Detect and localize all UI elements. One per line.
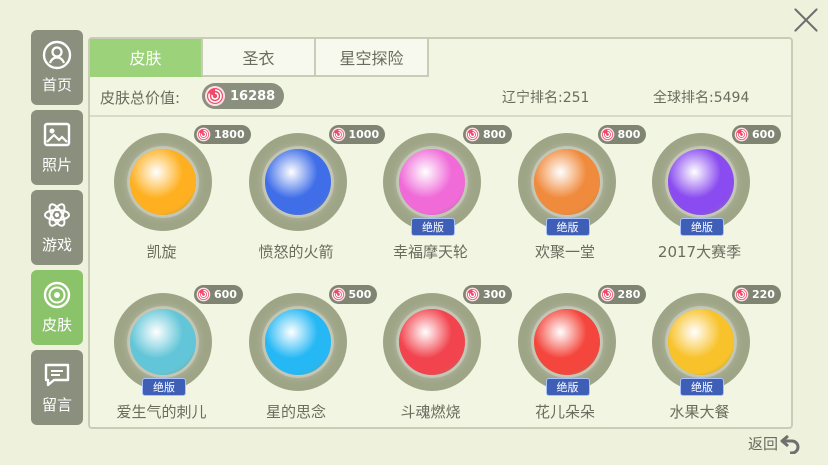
- sidebar-item-label: 游戏: [41, 236, 72, 254]
- back-button[interactable]: 返回: [748, 432, 802, 454]
- skin-card[interactable]: 300 斗魂燃烧: [363, 277, 512, 435]
- lollipop-coin-icon: [734, 127, 749, 142]
- sidebar-item-games[interactable]: 游戏: [31, 190, 83, 265]
- local-rank: 辽宁排名:251: [502, 90, 590, 106]
- skin-preview: [383, 293, 481, 391]
- skin-name: 星的思念: [265, 403, 326, 421]
- limited-edition-badge: 绝版: [411, 218, 455, 236]
- message-icon: [44, 363, 70, 387]
- tab-star-adventure[interactable]: 星空探险: [316, 39, 429, 77]
- skin-preview: [517, 133, 616, 231]
- atom-icon: [44, 203, 70, 227]
- info-bar: 皮肤总价值: 16288 辽宁排名:251 全球排名:5494: [90, 77, 791, 117]
- skin-name: 欢聚一堂: [534, 243, 595, 261]
- close-icon[interactable]: [792, 6, 820, 34]
- skin-preview: [652, 293, 750, 391]
- skin-ball: [668, 309, 734, 375]
- skin-name: 水果大餐: [669, 403, 730, 421]
- lollipop-coin-icon: [331, 287, 345, 302]
- sidebar-item-skins[interactable]: 皮肤: [31, 270, 83, 345]
- lollipop-coin-icon: [734, 287, 749, 302]
- limited-edition-badge: 绝版: [545, 218, 590, 236]
- skin-name: 凯旋: [146, 243, 177, 261]
- skin-card[interactable]: 220 绝版水果大餐: [632, 277, 781, 435]
- lollipop-coin-icon: [465, 287, 480, 302]
- lollipop-coin-icon: [600, 127, 614, 142]
- skin-ball: [533, 149, 600, 215]
- tab-holy-cloth[interactable]: 圣衣: [203, 39, 316, 77]
- skin-preview: [383, 133, 481, 231]
- user-icon: [42, 40, 72, 70]
- sidebar-item-home[interactable]: 首页: [31, 30, 83, 105]
- skin-preview: [652, 133, 750, 231]
- skin-price: 600: [732, 125, 781, 144]
- skin-preview: [248, 133, 347, 231]
- skin-card[interactable]: 600 绝版 2017大赛季: [632, 117, 781, 275]
- skin-ball: [533, 309, 600, 375]
- lollipop-coin-icon: [196, 127, 211, 142]
- skin-card[interactable]: 600 绝版 爱生气的刺儿: [94, 277, 243, 435]
- sidebar-item-label: 照片: [41, 156, 72, 174]
- limited-edition-badge: 绝版: [545, 378, 590, 396]
- skin-preview: [517, 293, 616, 391]
- back-label: 返回: [748, 434, 779, 453]
- skin-ball: [264, 309, 331, 375]
- lollipop-coin-icon: [465, 127, 480, 142]
- skin-name: 斗魂燃烧: [400, 403, 461, 421]
- skin-name: 愤怒的火箭: [258, 243, 334, 261]
- skins-panel: 皮肤 圣衣 星空探险 皮肤总价值: 16288 辽宁排名:251 全球排名:54…: [88, 37, 793, 429]
- skin-icon: [43, 281, 71, 309]
- skin-ball: [668, 149, 734, 215]
- skin-ball: [130, 149, 196, 215]
- lollipop-coin-icon: [205, 86, 225, 106]
- limited-edition-badge: 绝版: [142, 378, 186, 396]
- total-value-label: 皮肤总价值:: [100, 89, 181, 107]
- global-rank: 全球排名:5494: [653, 90, 750, 106]
- skin-price-value: 220: [752, 288, 775, 301]
- limited-edition-badge: 绝版: [680, 218, 724, 236]
- back-arrow-icon: [780, 434, 800, 454]
- skin-ball: [264, 149, 331, 215]
- skin-name: 幸福摩天轮: [392, 243, 468, 261]
- sidebar-item-label: 皮肤: [41, 316, 72, 334]
- skin-ball: [399, 309, 465, 375]
- skin-name: 花儿朵朵: [534, 403, 595, 421]
- skin-card[interactable]: 500 星的思念: [229, 277, 378, 435]
- skin-price-value: 600: [752, 128, 775, 141]
- skin-preview: [114, 293, 212, 391]
- photo-icon: [43, 122, 71, 147]
- skin-price: 220: [732, 285, 781, 304]
- skin-preview: [114, 133, 212, 231]
- skin-ball: [130, 309, 196, 375]
- total-value-pill: 16288: [202, 83, 284, 109]
- tab-skins[interactable]: 皮肤: [90, 39, 203, 77]
- skin-preview: [248, 293, 347, 391]
- skin-card[interactable]: 1800 凯旋: [94, 117, 251, 275]
- sidebar-item-label: 留言: [41, 396, 72, 414]
- tab-bar: 皮肤 圣衣 星空探险: [90, 39, 429, 77]
- lollipop-coin-icon: [331, 127, 345, 142]
- total-value: 16288: [230, 88, 276, 104]
- sidebar: 首页 照片 游戏 皮肤 留言: [31, 30, 83, 430]
- lollipop-coin-icon: [196, 287, 211, 302]
- lollipop-coin-icon: [600, 287, 614, 302]
- sidebar-item-photos[interactable]: 照片: [31, 110, 83, 185]
- skin-ball: [399, 149, 465, 215]
- sidebar-item-messages[interactable]: 留言: [31, 350, 83, 425]
- skin-name: 爱生气的刺儿: [116, 403, 207, 421]
- skin-card[interactable]: 800 绝版 幸福摩天轮: [363, 117, 512, 275]
- limited-edition-badge: 绝版: [680, 378, 724, 396]
- skin-card[interactable]: 280 绝版 花儿朵朵: [498, 277, 647, 435]
- skin-name: 2017大赛季: [657, 243, 742, 261]
- sidebar-item-label: 首页: [41, 76, 72, 94]
- skin-card[interactable]: 800 绝版 欢聚一堂: [498, 117, 647, 275]
- skin-card[interactable]: 1000 愤怒的火箭: [229, 117, 386, 275]
